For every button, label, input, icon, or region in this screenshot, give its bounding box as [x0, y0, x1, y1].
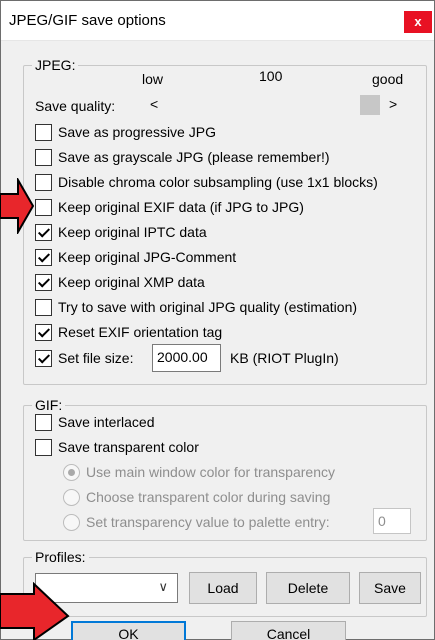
palette-entry-input[interactable]: 0: [373, 508, 411, 534]
checkbox-checked-icon[interactable]: [35, 223, 52, 241]
checkbox-checked-icon[interactable]: [35, 349, 52, 367]
option-label: Keep original XMP data: [58, 274, 205, 290]
radio-main-window-color[interactable]: Use main window color for transparency: [63, 462, 335, 482]
cancel-button[interactable]: Cancel: [231, 621, 346, 640]
set-file-size-label: Set file size:: [58, 350, 134, 366]
checkbox-icon[interactable]: [35, 148, 52, 166]
ok-button[interactable]: OK: [71, 621, 186, 640]
radio-label: Choose transparent color during saving: [86, 489, 331, 505]
option-set-file-size[interactable]: Set file size:: [35, 348, 133, 368]
gif-group-label: GIF:: [32, 397, 66, 413]
option-original-quality[interactable]: Try to save with original JPG quality (e…: [35, 297, 357, 317]
annotation-arrow-exif-icon: [0, 178, 34, 234]
option-label: Reset EXIF orientation tag: [58, 324, 223, 340]
title-bar[interactable]: JPEG/GIF save options x: [1, 1, 434, 41]
profiles-group-label: Profiles:: [32, 549, 89, 565]
radio-palette-entry[interactable]: Set transparency value to palette entry:: [63, 512, 330, 532]
window-title: JPEG/GIF save options: [9, 12, 166, 29]
option-label: Save transparent color: [58, 439, 199, 455]
slider-left-arrow-icon[interactable]: <: [150, 96, 158, 112]
option-label: Save as grayscale JPG (please remember!): [58, 149, 330, 165]
option-save-interlaced[interactable]: Save interlaced: [35, 412, 155, 432]
option-grayscale-jpg[interactable]: Save as grayscale JPG (please remember!): [35, 147, 330, 167]
checkbox-icon[interactable]: [35, 413, 52, 431]
checkbox-icon[interactable]: [35, 198, 52, 216]
checkbox-icon[interactable]: [35, 438, 52, 456]
save-profile-button[interactable]: Save: [359, 572, 421, 604]
option-keep-xmp[interactable]: Keep original XMP data: [35, 272, 205, 292]
option-label: Save as progressive JPG: [58, 124, 216, 140]
slider-thumb[interactable]: [360, 95, 380, 115]
option-reset-exif-orientation[interactable]: Reset EXIF orientation tag: [35, 322, 222, 342]
slider-right-arrow-icon[interactable]: >: [389, 96, 397, 112]
save-quality-label: Save quality:: [35, 98, 116, 114]
close-button[interactable]: x: [404, 11, 432, 33]
quality-good-label: good: [372, 71, 404, 87]
radio-selected-icon[interactable]: [63, 463, 80, 481]
checkbox-checked-icon[interactable]: [35, 248, 52, 266]
option-keep-exif[interactable]: Keep original EXIF data (if JPG to JPG): [35, 197, 304, 217]
option-label: Keep original EXIF data (if JPG to JPG): [58, 199, 304, 215]
file-size-input[interactable]: 2000.00: [152, 344, 221, 372]
option-label: Try to save with original JPG quality (e…: [58, 299, 358, 315]
radio-icon[interactable]: [63, 488, 80, 506]
checkbox-checked-icon[interactable]: [35, 273, 52, 291]
load-button[interactable]: Load: [189, 572, 257, 604]
radio-label: Set transparency value to palette entry:: [86, 514, 330, 530]
option-save-transparent-color[interactable]: Save transparent color: [35, 437, 199, 457]
jpeg-group-label: JPEG:: [32, 57, 79, 73]
delete-button[interactable]: Delete: [266, 572, 350, 604]
radio-icon[interactable]: [63, 513, 80, 531]
option-disable-chroma-subsampling[interactable]: Disable chroma color subsampling (use 1x…: [35, 172, 378, 192]
chevron-down-icon[interactable]: ∨: [158, 575, 168, 599]
file-size-suffix: KB (RIOT PlugIn): [230, 350, 339, 366]
option-label: Keep original IPTC data: [58, 224, 207, 240]
option-progressive-jpg[interactable]: Save as progressive JPG: [35, 122, 216, 142]
option-keep-iptc[interactable]: Keep original IPTC data: [35, 222, 207, 242]
option-label: Save interlaced: [58, 414, 155, 430]
checkbox-checked-icon[interactable]: [35, 323, 52, 341]
quality-value-label: 100: [259, 68, 283, 84]
checkbox-icon[interactable]: [35, 298, 52, 316]
save-options-dialog: JPEG/GIF save options x JPEG: low 100 go…: [0, 0, 435, 640]
quality-slider[interactable]: < >: [148, 94, 402, 116]
radio-choose-during-saving[interactable]: Choose transparent color during saving: [63, 487, 330, 507]
option-keep-jpg-comment[interactable]: Keep original JPG-Comment: [35, 247, 236, 267]
option-label: Disable chroma color subsampling (use 1x…: [58, 174, 378, 190]
option-label: Keep original JPG-Comment: [58, 249, 237, 265]
quality-low-label: low: [142, 71, 164, 87]
checkbox-icon[interactable]: [35, 123, 52, 141]
radio-label: Use main window color for transparency: [86, 464, 335, 480]
checkbox-icon[interactable]: [35, 173, 52, 191]
annotation-arrow-ok-icon: [0, 582, 70, 640]
